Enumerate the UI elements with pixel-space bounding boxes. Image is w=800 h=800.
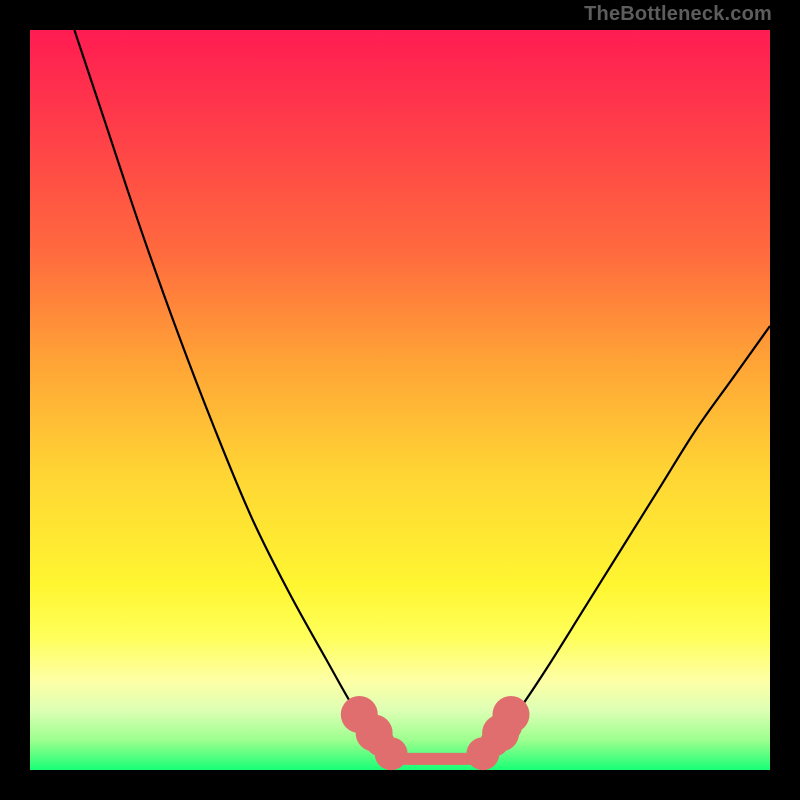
chart-svg xyxy=(30,30,770,770)
watermark-text: TheBottleneck.com xyxy=(584,3,772,26)
marker-dot xyxy=(492,696,529,733)
outer-frame: TheBottleneck.com xyxy=(0,0,800,800)
plot-area xyxy=(30,30,770,770)
marker-dot xyxy=(375,737,408,770)
curve-right xyxy=(481,326,770,755)
curve-left xyxy=(74,30,392,755)
